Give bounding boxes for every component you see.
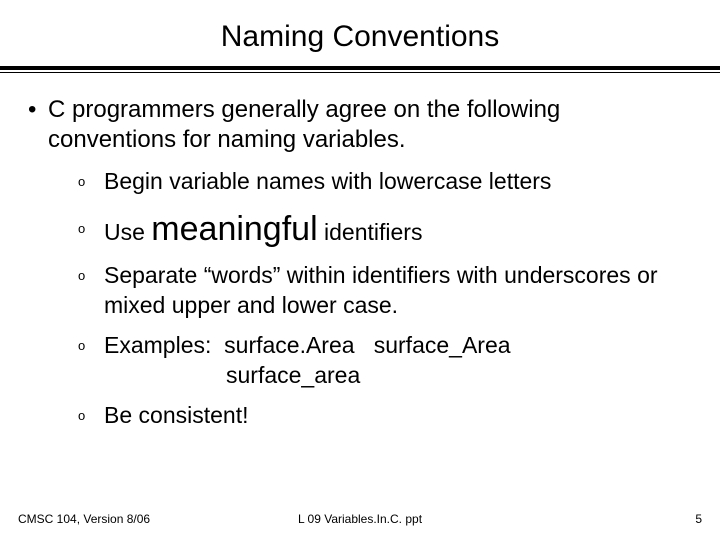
- bullet-dot-icon: •: [28, 95, 48, 125]
- title-divider: [0, 66, 720, 73]
- circle-bullet-icon: o: [78, 401, 104, 431]
- list-item-text: Separate “words” within identifiers with…: [104, 261, 692, 321]
- list-item: o Use meaningful identifiers: [78, 207, 692, 251]
- examples-line2: surface_area: [104, 362, 360, 388]
- list-item: o Begin variable names with lowercase le…: [78, 167, 692, 197]
- list-item: o Be consistent!: [78, 401, 692, 431]
- list-item: o Separate “words” within identifiers wi…: [78, 261, 692, 321]
- footer-filename: L 09 Variables.In.C. ppt: [298, 512, 422, 526]
- divider-thick: [0, 66, 720, 70]
- main-bullet: •C programmers generally agree on the fo…: [28, 95, 692, 155]
- list-item: o Examples: surface.Area surface_Area su…: [78, 331, 692, 391]
- slide-body: •C programmers generally agree on the fo…: [0, 95, 720, 431]
- main-bullet-text: C programmers generally agree on the fol…: [48, 96, 560, 153]
- list-item-text: Be consistent!: [104, 401, 692, 431]
- circle-bullet-icon: o: [78, 261, 104, 321]
- footer-course: CMSC 104, Version 8/06: [18, 512, 150, 526]
- slide: Naming Conventions •C programmers genera…: [0, 0, 720, 540]
- list-item-text: Use meaningful identifiers: [104, 207, 692, 251]
- list-item-text: Examples: surface.Area surface_Area surf…: [104, 331, 692, 391]
- sub-bullet-list: o Begin variable names with lowercase le…: [28, 167, 692, 431]
- list-item-text: Begin variable names with lowercase lett…: [104, 167, 692, 197]
- circle-bullet-icon: o: [78, 331, 104, 391]
- circle-bullet-icon: o: [78, 167, 104, 197]
- examples-line1: Examples: surface.Area surface_Area: [104, 332, 511, 358]
- footer-page-number: 5: [695, 512, 702, 526]
- text-post: identifiers: [318, 219, 423, 245]
- emphasized-word: meaningful: [151, 210, 317, 248]
- text-pre: Use: [104, 219, 151, 245]
- circle-bullet-icon: o: [78, 207, 104, 251]
- divider-thin: [0, 72, 720, 73]
- slide-title: Naming Conventions: [0, 20, 720, 54]
